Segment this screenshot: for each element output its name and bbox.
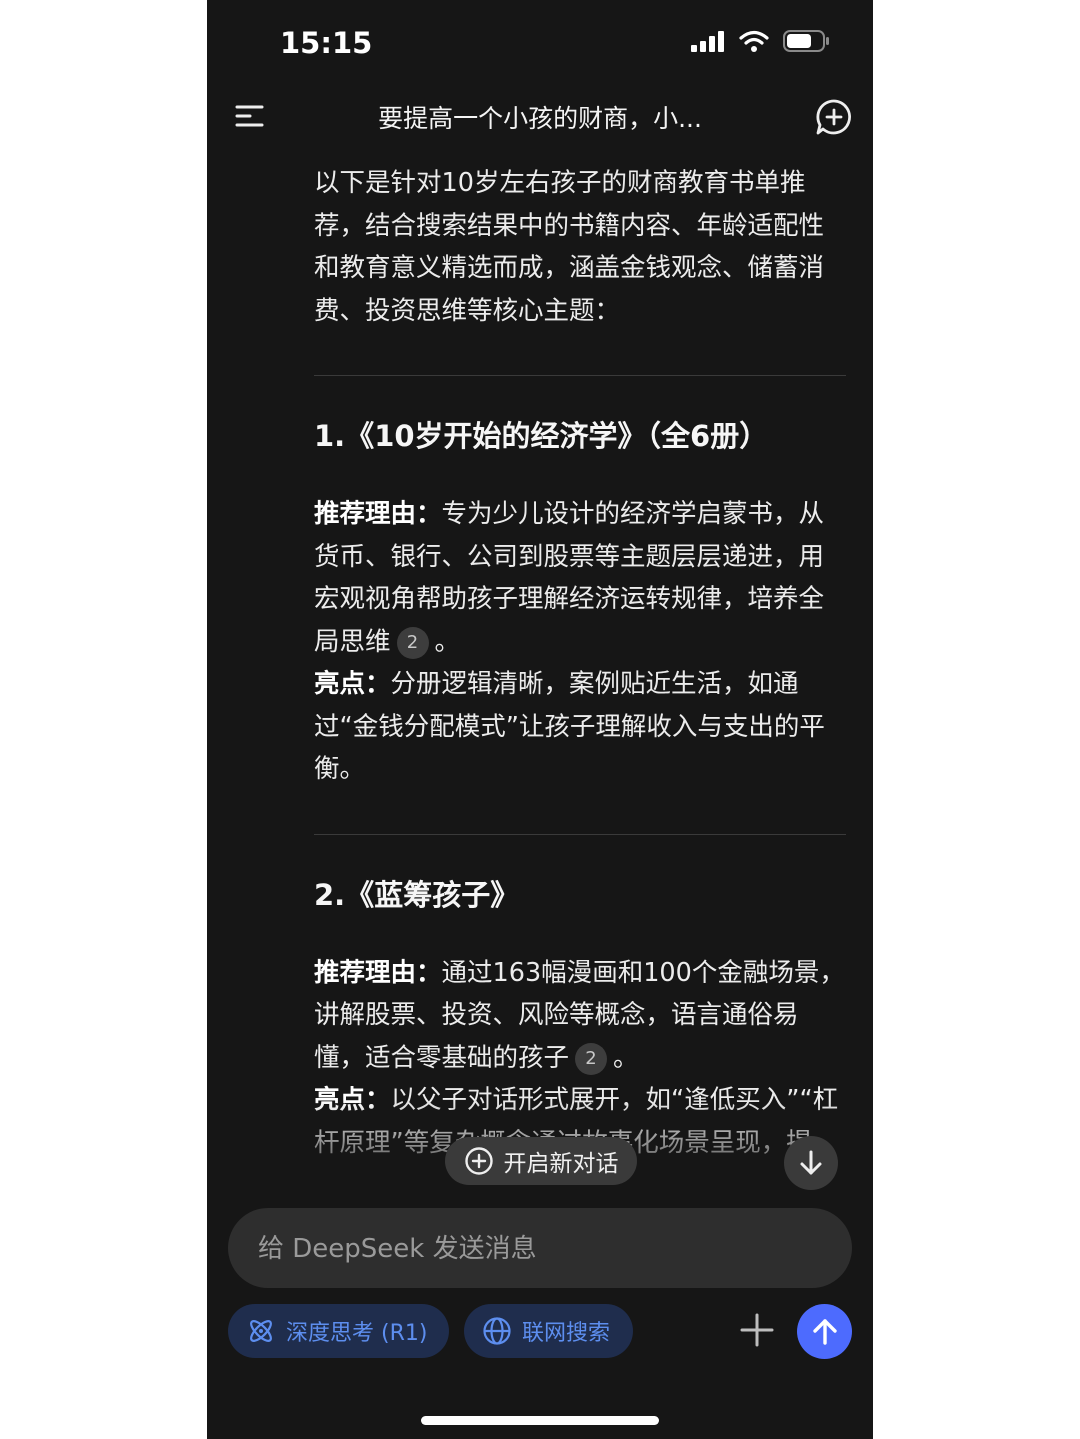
divider <box>314 375 846 376</box>
home-indicator[interactable] <box>421 1416 659 1425</box>
new-chat-button[interactable] <box>815 98 853 136</box>
message-input-box[interactable] <box>228 1208 852 1290</box>
battery-icon <box>783 30 829 52</box>
book-highlight: 亮点：分册逻辑清晰，案例贴近生活，如通过“金钱分配模式”让孩子理解收入与支出的平… <box>314 663 846 791</box>
web-search-label: 联网搜索 <box>522 1321 611 1346</box>
reason-label: 推荐理由： <box>314 499 442 529</box>
reason-end: 。 <box>434 626 461 657</box>
reason-label: 推荐理由： <box>314 957 442 988</box>
chat-header: 要提高一个小孩的财商，小... <box>207 92 873 142</box>
highlight-label: 亮点： <box>314 669 391 699</box>
plus-circle-icon <box>464 1147 493 1175</box>
status-time: 15:15 <box>280 26 373 60</box>
plus-icon <box>740 1313 774 1347</box>
atom-icon <box>250 1320 272 1342</box>
chat-plus-icon <box>816 99 851 135</box>
globe-icon <box>483 1317 511 1345</box>
send-button[interactable] <box>797 1304 852 1359</box>
highlight-label: 亮点： <box>314 1085 391 1115</box>
intro-paragraph: 以下是针对10岁左右孩子的财商教育书单推荐，结合搜索结果中的书籍内容、年龄适配性… <box>314 168 825 326</box>
book-reason: 推荐理由：通过163幅漫画和100个金融场景，讲解股票、投资、风险等概念，语言通… <box>314 952 846 1080</box>
new-chat-floating-label: 开启新对话 <box>503 1151 619 1177</box>
message-input[interactable] <box>256 1208 820 1290</box>
chat-title[interactable]: 要提高一个小孩的财商，小... <box>302 99 778 135</box>
wifi-icon <box>739 30 769 52</box>
citation-badge[interactable]: 2 <box>575 1042 608 1075</box>
deep-think-label: 深度思考 (R1) <box>286 1321 428 1346</box>
menu-icon <box>235 105 264 127</box>
cellular-signal-icon <box>691 31 724 52</box>
phone-screen: 15:15 要提高一个小孩的财商，小... 以下是针对10岁左右孩子的财商教育书… <box>207 0 873 1439</box>
book-heading: 2.《蓝筹孩子》 <box>314 877 520 912</box>
arrow-up-icon <box>812 1318 837 1345</box>
status-icons <box>691 30 829 52</box>
assistant-message: 以下是针对10岁左右孩子的财商教育书单推荐，结合搜索结果中的书籍内容、年龄适配性… <box>314 160 846 1185</box>
highlight-text: 分册逻辑清晰，案例贴近生活，如通过“金钱分配模式”让孩子理解收入与支出的平衡。 <box>314 669 825 784</box>
arrow-down-icon <box>800 1150 822 1175</box>
book-reason: 推荐理由：专为少儿设计的经济学启蒙书，从货币、银行、公司到股票等主题层层递进，用… <box>314 493 846 663</box>
divider <box>314 833 846 835</box>
scroll-down-button[interactable] <box>784 1136 838 1190</box>
menu-button[interactable] <box>233 98 269 134</box>
citation-badge[interactable]: 2 <box>396 626 429 659</box>
attach-button[interactable] <box>737 1310 777 1350</box>
book-heading: 1.《10岁开始的经济学》（全6册） <box>314 419 769 453</box>
new-chat-floating-button[interactable]: 开启新对话 <box>445 1137 637 1185</box>
reason-end: 。 <box>613 1042 639 1073</box>
deep-think-toggle[interactable]: 深度思考 (R1) <box>228 1304 449 1358</box>
web-search-toggle[interactable]: 联网搜索 <box>464 1304 633 1358</box>
